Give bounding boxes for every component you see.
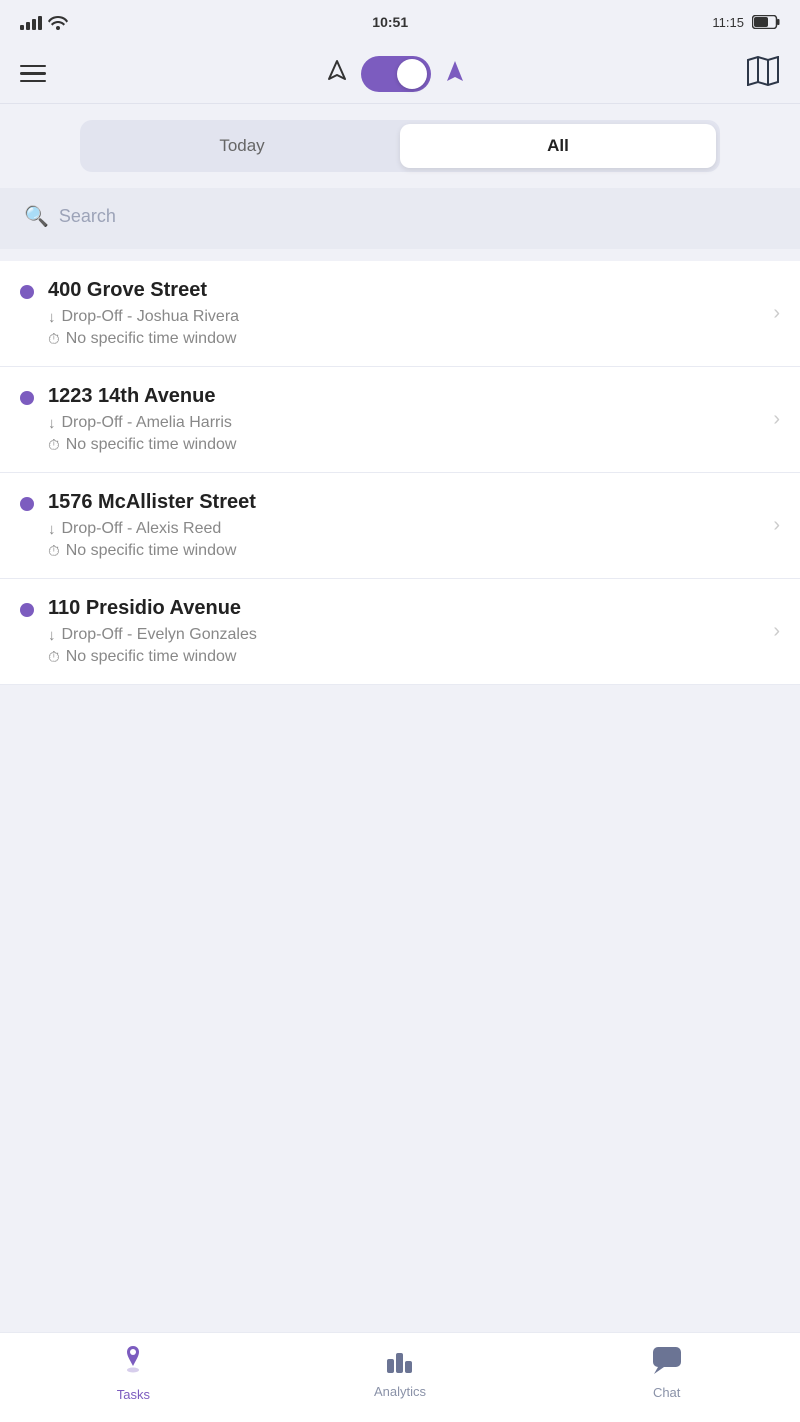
tab-analytics[interactable]: Analytics: [267, 1347, 534, 1399]
time-window: No specific time window: [66, 542, 237, 560]
delivery-item[interactable]: 400 Grove Street ↓ Drop-Off - Joshua Riv…: [0, 261, 800, 367]
analytics-icon: [385, 1347, 415, 1380]
tab-tasks[interactable]: Tasks: [0, 1344, 267, 1402]
time-window: No specific time window: [66, 436, 237, 454]
dropoff-icon: ↓: [48, 415, 56, 432]
segment-today[interactable]: Today: [84, 124, 400, 168]
menu-button[interactable]: [20, 65, 46, 83]
delivery-meta: ↓ Drop-Off - Amelia Harris: [48, 414, 759, 432]
map-icon[interactable]: [746, 56, 780, 91]
delivery-time: ⏱ No specific time window: [48, 330, 759, 348]
top-nav: [0, 44, 800, 104]
delivery-content: 1223 14th Avenue ↓ Drop-Off - Amelia Har…: [48, 385, 759, 454]
delivery-meta: ↓ Drop-Off - Joshua Rivera: [48, 308, 759, 326]
delivery-type-person: Drop-Off - Evelyn Gonzales: [62, 626, 257, 644]
delivery-content: 400 Grove Street ↓ Drop-Off - Joshua Riv…: [48, 279, 759, 348]
search-input[interactable]: [59, 198, 776, 235]
segment-control: Today All: [80, 120, 720, 172]
clock-icon: ⏱: [48, 543, 60, 560]
delivery-time: ⏱ No specific time window: [48, 436, 759, 454]
delivery-content: 1576 McAllister Street ↓ Drop-Off - Alex…: [48, 491, 759, 560]
delivery-type-person: Drop-Off - Joshua Rivera: [62, 308, 240, 326]
clock-icon: ⏱: [48, 649, 60, 666]
delivery-content: 110 Presidio Avenue ↓ Drop-Off - Evelyn …: [48, 597, 759, 666]
delivery-item[interactable]: 110 Presidio Avenue ↓ Drop-Off - Evelyn …: [0, 579, 800, 685]
content-area: 400 Grove Street ↓ Drop-Off - Joshua Riv…: [0, 261, 800, 785]
delivery-meta: ↓ Drop-Off - Alexis Reed: [48, 520, 759, 538]
delivery-type-person: Drop-Off - Amelia Harris: [62, 414, 232, 432]
delivery-item[interactable]: 1576 McAllister Street ↓ Drop-Off - Alex…: [0, 473, 800, 579]
chevron-icon: ›: [773, 408, 780, 431]
dropoff-icon: ↓: [48, 521, 56, 538]
delivery-address: 110 Presidio Avenue: [48, 597, 759, 620]
status-time: 10:51: [372, 14, 408, 30]
mode-toggle[interactable]: [361, 56, 431, 92]
chat-icon: [652, 1346, 682, 1381]
delivery-address: 1223 14th Avenue: [48, 385, 759, 408]
clock-icon: ⏱: [48, 331, 60, 348]
search-wrapper: 🔍: [20, 198, 780, 235]
nav-center: [325, 56, 467, 92]
battery-icon: [752, 15, 780, 29]
status-right: 11:15: [712, 15, 780, 30]
delivery-dot: [20, 285, 34, 299]
dropoff-icon: ↓: [48, 309, 56, 326]
tab-analytics-label: Analytics: [374, 1384, 426, 1399]
segment-all[interactable]: All: [400, 124, 716, 168]
delivery-time: ⏱ No specific time window: [48, 542, 759, 560]
status-left: [20, 14, 68, 30]
chevron-icon: ›: [773, 514, 780, 537]
clock-icon: ⏱: [48, 437, 60, 454]
delivery-dot: [20, 603, 34, 617]
navigate-icon: [325, 59, 349, 89]
dropoff-icon: ↓: [48, 627, 56, 644]
tab-chat-label: Chat: [653, 1385, 680, 1400]
signal-icon: [20, 14, 42, 30]
gps-icon: [443, 59, 467, 89]
delivery-dot: [20, 391, 34, 405]
chevron-icon: ›: [773, 620, 780, 643]
delivery-time: ⏱ No specific time window: [48, 648, 759, 666]
tasks-icon: [119, 1344, 147, 1383]
bottom-nav: Tasks Analytics Chat: [0, 1332, 800, 1422]
delivery-item[interactable]: 1223 14th Avenue ↓ Drop-Off - Amelia Har…: [0, 367, 800, 473]
tab-tasks-label: Tasks: [117, 1387, 150, 1402]
time-window: No specific time window: [66, 648, 237, 666]
search-bar: 🔍: [0, 188, 800, 249]
delivery-meta: ↓ Drop-Off - Evelyn Gonzales: [48, 626, 759, 644]
search-icon: 🔍: [24, 204, 49, 229]
delivery-address: 400 Grove Street: [48, 279, 759, 302]
chevron-icon: ›: [773, 302, 780, 325]
time-right: 11:15: [712, 15, 744, 30]
delivery-type-person: Drop-Off - Alexis Reed: [62, 520, 222, 538]
toggle-knob: [397, 59, 427, 89]
delivery-dot: [20, 497, 34, 511]
deliveries-list: 400 Grove Street ↓ Drop-Off - Joshua Riv…: [0, 261, 800, 685]
wifi-icon: [48, 14, 68, 30]
delivery-address: 1576 McAllister Street: [48, 491, 759, 514]
status-bar: 10:51 11:15: [0, 0, 800, 44]
tab-chat[interactable]: Chat: [533, 1346, 800, 1400]
time-window: No specific time window: [66, 330, 237, 348]
